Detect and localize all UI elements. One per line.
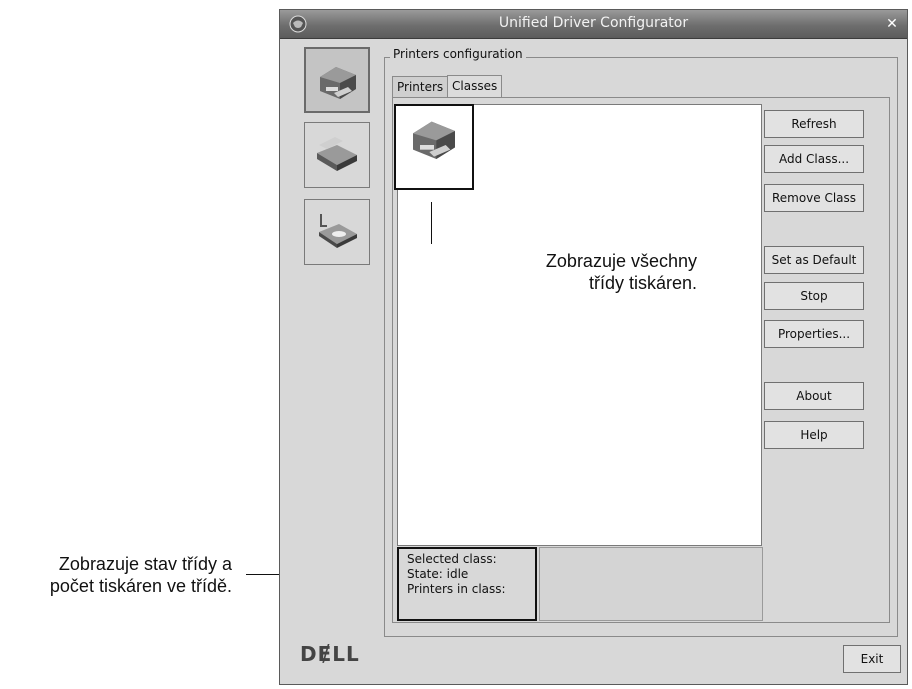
class-info-detail [539, 547, 763, 621]
list-callout-leader [431, 202, 432, 244]
tab-classes[interactable]: Classes [447, 75, 503, 98]
printer-class-icon [413, 121, 455, 159]
stop-button[interactable]: Stop [764, 282, 864, 310]
refresh-button[interactable]: Refresh [764, 110, 864, 138]
title-bar[interactable]: Unified Driver Configurator ✕ [280, 10, 907, 39]
printers-in-class-label: Printers in class: [407, 582, 506, 596]
remove-class-button[interactable]: Remove Class [764, 184, 864, 212]
class-info-panel: Selected class: State: idle Printers in … [397, 547, 537, 621]
status-callout-text: Zobrazuje stav třídy a počet tiskáren ve… [0, 553, 232, 597]
sidebar-item-scanners[interactable] [304, 122, 370, 188]
window-title: Unified Driver Configurator [498, 15, 689, 31]
selected-class-label: Selected class: [407, 552, 497, 566]
add-class-button[interactable]: Add Class... [764, 145, 864, 173]
class-item[interactable] [394, 104, 474, 190]
scanner-icon [317, 137, 357, 171]
close-button[interactable]: ✕ [883, 15, 901, 33]
port-icon [319, 214, 357, 248]
dell-logo: DɆLL [300, 642, 360, 666]
list-callout-line-2: třídy tiskáren. [588, 273, 697, 293]
help-button[interactable]: Help [764, 421, 864, 449]
main-window: Unified Driver Configurator ✕ Printers c… [279, 9, 908, 685]
list-callout-text: Zobrazuje všechny třídy tiskáren. [500, 250, 697, 294]
status-callout-line-1: Zobrazuje stav třídy a [58, 554, 232, 574]
sidebar-item-ports[interactable] [304, 199, 370, 265]
list-callout-line-1: Zobrazuje všechny [545, 251, 697, 271]
set-default-button[interactable]: Set as Default [764, 246, 864, 274]
status-callout-line-2: počet tiskáren ve třídě. [49, 576, 232, 596]
exit-button[interactable]: Exit [843, 645, 901, 673]
about-button[interactable]: About [764, 382, 864, 410]
tab-printers[interactable]: Printers [392, 76, 449, 98]
printer-icon [320, 67, 356, 99]
sidebar-item-printers[interactable] [304, 47, 370, 113]
state-label: State: idle [407, 567, 469, 581]
properties-button[interactable]: Properties... [764, 320, 864, 348]
group-title: Printers configuration [390, 47, 526, 61]
close-icon: ✕ [886, 16, 898, 32]
